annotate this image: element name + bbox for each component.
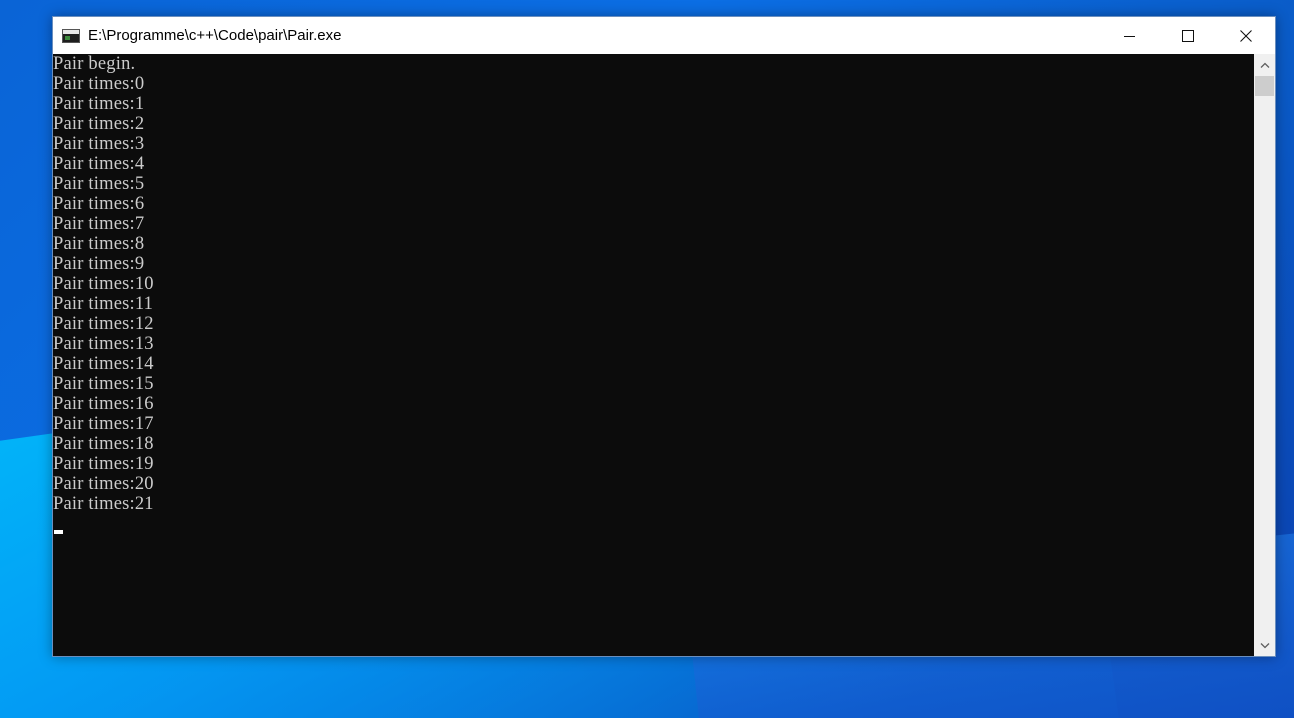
console-line: Pair times:12 [53, 314, 154, 334]
console-line: Pair times:3 [53, 134, 145, 154]
scroll-down-button[interactable] [1254, 637, 1275, 654]
console-window[interactable]: E:\Programme\c++\Code\pair\Pair.exe Pair… [52, 16, 1276, 657]
console-line: Pair times:6 [53, 194, 145, 214]
vertical-scrollbar[interactable] [1254, 54, 1275, 656]
title-bar[interactable]: E:\Programme\c++\Code\pair\Pair.exe [53, 17, 1275, 54]
console-line: Pair begin. [53, 54, 136, 74]
console-line: Pair times:2 [53, 114, 145, 134]
console-line: Pair times:10 [53, 274, 154, 294]
console-line: Pair times:17 [53, 414, 154, 434]
scroll-thumb[interactable] [1255, 76, 1274, 96]
chevron-down-icon [1260, 642, 1269, 648]
console-line: Pair times:8 [53, 234, 145, 254]
console-line: Pair times:11 [53, 294, 154, 314]
close-button[interactable] [1217, 17, 1275, 54]
console-app-icon[interactable] [62, 28, 80, 43]
minimize-button[interactable] [1101, 17, 1159, 54]
chevron-up-icon [1260, 62, 1269, 68]
maximize-button[interactable] [1159, 17, 1217, 54]
console-line: Pair times:4 [53, 154, 145, 174]
maximize-icon [1182, 29, 1194, 42]
console-line: Pair times:0 [53, 74, 145, 94]
console-line: Pair times:15 [53, 374, 154, 394]
console-line: Pair times:21 [53, 494, 154, 514]
console-line: Pair times:16 [53, 394, 154, 414]
desktop-background: E:\Programme\c++\Code\pair\Pair.exe Pair… [0, 0, 1294, 718]
console-output[interactable]: Pair begin. Pair times:0 Pair times:1 Pair … [53, 54, 1254, 656]
close-icon [1240, 29, 1252, 42]
window-title: E:\Programme\c++\Code\pair\Pair.exe [88, 27, 342, 44]
console-line: Pair times:5 [53, 174, 145, 194]
minimize-icon [1124, 35, 1135, 37]
console-line: Pair times:19 [53, 454, 154, 474]
console-line: Pair times:7 [53, 214, 145, 234]
scroll-up-button[interactable] [1254, 56, 1275, 73]
console-lines: Pair begin. Pair times:0 Pair times:1 Pair … [53, 54, 1254, 514]
console-line: Pair times:14 [53, 354, 154, 374]
console-line: Pair times:18 [53, 434, 154, 454]
text-cursor [54, 530, 63, 534]
console-line: Pair times:20 [53, 474, 154, 494]
console-line: Pair times:1 [53, 94, 145, 114]
console-line: Pair times:9 [53, 254, 145, 274]
console-line: Pair times:13 [53, 334, 154, 354]
